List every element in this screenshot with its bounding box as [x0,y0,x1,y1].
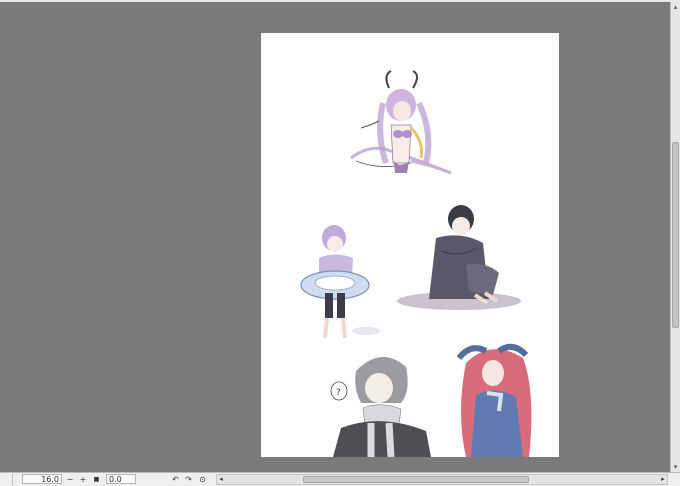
figure-sitting-boy [397,205,521,310]
speech-bubble-text: ? [336,388,341,398]
scroll-right-button[interactable]: ▸ [659,475,667,484]
figure-red-hair-girl [456,343,532,457]
vertical-scrollbar[interactable]: ▴ ▾ [670,2,680,472]
fit-icon[interactable]: ■ [92,474,101,485]
rotation-angle-field[interactable]: 0.0 [106,474,136,484]
artwork: ? [300,70,532,457]
scroll-left-button[interactable]: ◂ [217,475,225,484]
vertical-scroll-thumb[interactable] [672,142,679,328]
horizontal-scroll-thumb[interactable] [303,476,529,483]
scroll-up-button[interactable]: ▴ [671,2,680,12]
zoom-out-button[interactable]: − [66,474,74,485]
toolbar-grip [2,474,13,485]
scroll-down-button[interactable]: ▾ [671,462,680,472]
zoom-level-field[interactable]: 16.0 [22,474,62,484]
rotate-left-icon[interactable]: ↶ [171,474,180,485]
figure-demon-girl [350,70,452,175]
rotate-right-icon[interactable]: ↷ [184,474,193,485]
reset-rotation-icon[interactable]: ⊙ [198,474,207,485]
navigator-toolbar: 16.0 − + ■ 0.0 ↶ ↷ ⊙ ◂ ▸ [0,472,680,486]
drawing-canvas[interactable]: ? [261,33,559,457]
horizontal-scrollbar[interactable]: ◂ ▸ [216,474,668,485]
figure-kid-swim-ring [300,225,380,339]
zoom-in-button[interactable]: + [79,474,87,485]
figure-grey-hair-scarf: ? [330,356,431,457]
